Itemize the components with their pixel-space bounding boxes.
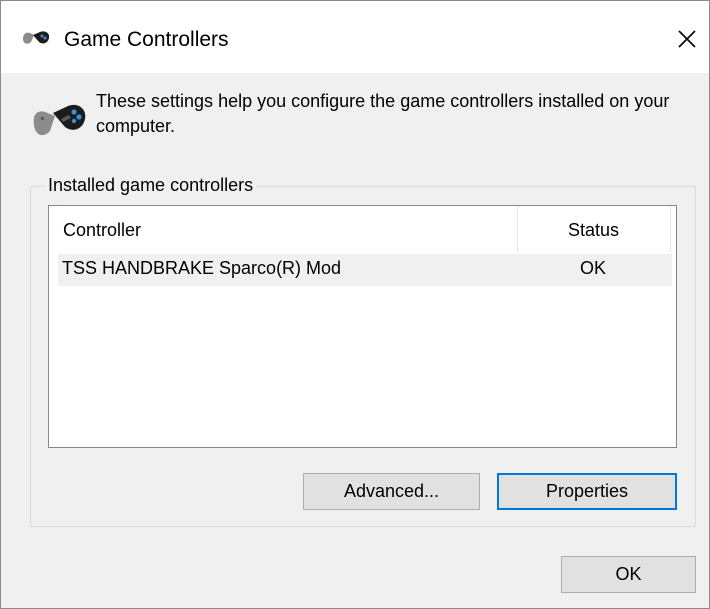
ok-button[interactable]: OK [561, 556, 696, 593]
properties-button[interactable]: Properties [497, 473, 677, 510]
column-header-controller[interactable]: Controller [63, 220, 141, 241]
window-title: Game Controllers [64, 28, 229, 51]
close-icon [678, 30, 696, 48]
game-controllers-window: Game Controllers These settings help you… [0, 0, 710, 609]
list-header: Controller Status [49, 206, 676, 252]
controllers-list[interactable]: Controller Status TSS HANDBRAKE Sparco(R… [48, 205, 677, 448]
close-button[interactable] [665, 17, 709, 61]
controller-name-cell: TSS HANDBRAKE Sparco(R) Mod [62, 258, 342, 278]
group-label: Installed game controllers [45, 175, 257, 196]
column-divider[interactable] [517, 206, 518, 252]
title-bar[interactable]: Game Controllers [1, 1, 709, 73]
column-header-status[interactable]: Status [568, 220, 619, 241]
gamepad-icon [33, 104, 86, 136]
column-divider[interactable] [670, 206, 671, 252]
table-row[interactable]: TSS HANDBRAKE Sparco(R) Mod OK [58, 254, 672, 286]
gamepad-icon [23, 31, 50, 44]
controller-status-cell: OK [580, 258, 607, 278]
description-text: These settings help you configure the ga… [96, 91, 670, 136]
advanced-button[interactable]: Advanced... [303, 473, 480, 510]
